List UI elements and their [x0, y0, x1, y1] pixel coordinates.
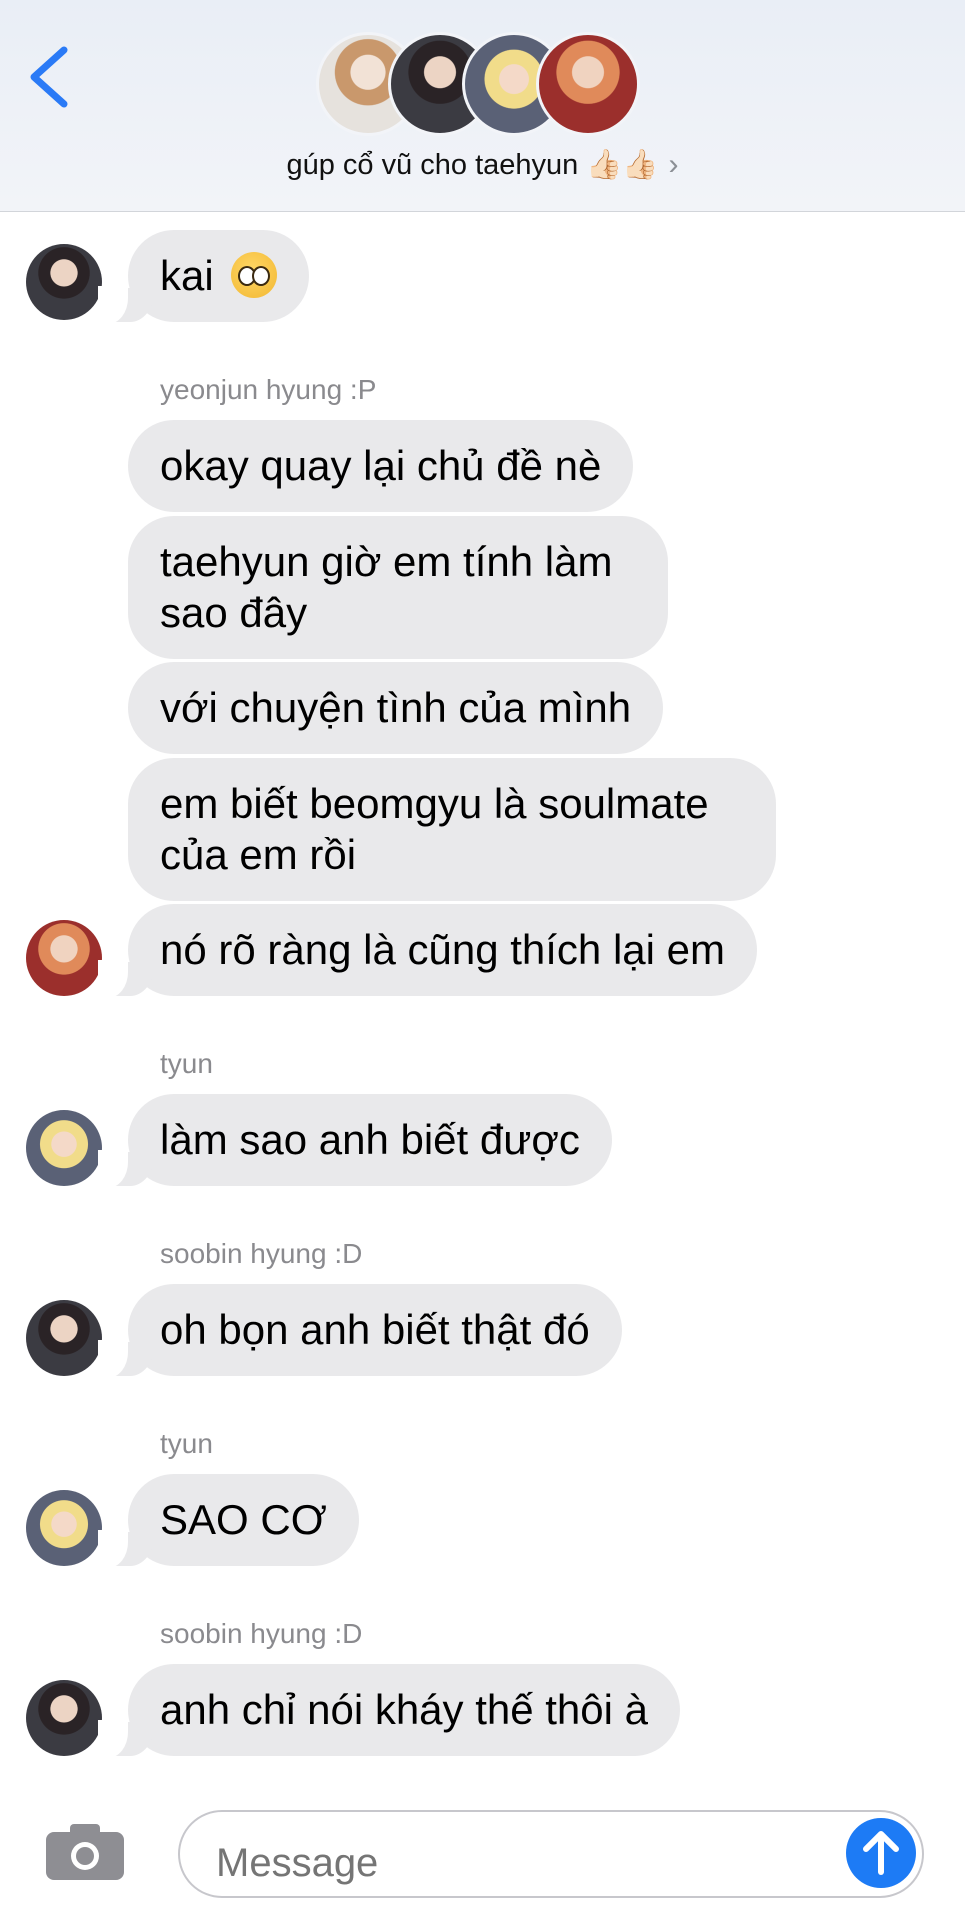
message-bubble[interactable]: em biết beomgyu là soulmate của em rồi — [128, 758, 776, 901]
avatar[interactable] — [26, 1680, 102, 1756]
camera-icon[interactable] — [44, 1820, 126, 1882]
group-avatars[interactable] — [316, 32, 656, 138]
message-bubble[interactable]: anh chỉ nói kháy thế thôi à — [97, 1664, 681, 1758]
message-bubble[interactable]: nó rõ ràng là cũng thích lại em — [98, 904, 757, 998]
message-bubble[interactable]: oh bọn anh biết thật đó — [98, 1284, 622, 1378]
sender-name: soobin hyung :D — [160, 1238, 363, 1269]
sender-name: yeonjun hyung :P — [160, 374, 377, 405]
message-text: taehyun giờ em tính làm sao đây — [160, 538, 613, 636]
message-bubble[interactable]: kai — [97, 230, 310, 324]
message-text: làm sao anh biết được — [160, 1116, 580, 1163]
group-title-text: gúp cổ vũ cho taehyun 👍🏻👍🏻 — [286, 149, 659, 181]
chevron-right-icon: › — [668, 148, 679, 181]
message-text: kai — [160, 252, 214, 299]
message-text: oh bọn anh biết thật đó — [160, 1306, 590, 1353]
avatar[interactable] — [26, 244, 102, 320]
message-bubble[interactable]: okay quay lại chủ đề nè — [128, 420, 634, 512]
message-text: với chuyện tình của mình — [160, 684, 632, 731]
member-avatar — [536, 32, 640, 136]
group-name[interactable]: gúp cổ vũ cho taehyun 👍🏻👍🏻 › — [0, 148, 965, 182]
chevron-left-icon[interactable] — [22, 42, 82, 112]
message-bubble[interactable]: SAO CƠ — [98, 1474, 359, 1568]
message-input[interactable] — [178, 1810, 924, 1898]
message-text: nó rõ ràng là cũng thích lại em — [160, 926, 725, 973]
message-text: okay quay lại chủ đề nè — [160, 442, 602, 489]
message-text: anh chỉ nói kháy thế thôi à — [160, 1686, 649, 1733]
avatar[interactable] — [26, 1300, 102, 1376]
message-bubble[interactable]: với chuyện tình của mình — [128, 662, 664, 754]
conversation-header: gúp cổ vũ cho taehyun 👍🏻👍🏻 › — [0, 0, 965, 212]
send-arrow-icon — [863, 1831, 899, 1875]
message-bubble[interactable]: làm sao anh biết được — [98, 1094, 612, 1188]
message-bubble[interactable]: taehyun giờ em tính làm sao đây — [128, 516, 668, 659]
message-text: SAO CƠ — [160, 1496, 327, 1543]
avatar[interactable] — [26, 920, 102, 996]
pleading-face-emoji — [231, 252, 278, 298]
sender-name: tyun — [160, 1428, 213, 1459]
avatar[interactable] — [26, 1110, 102, 1186]
send-button[interactable] — [846, 1818, 916, 1888]
avatar[interactable] — [26, 1490, 102, 1566]
sender-name: soobin hyung :D — [160, 1618, 363, 1649]
message-text: em biết beomgyu là soulmate của em rồi — [160, 780, 709, 878]
sender-name: tyun — [160, 1048, 213, 1079]
